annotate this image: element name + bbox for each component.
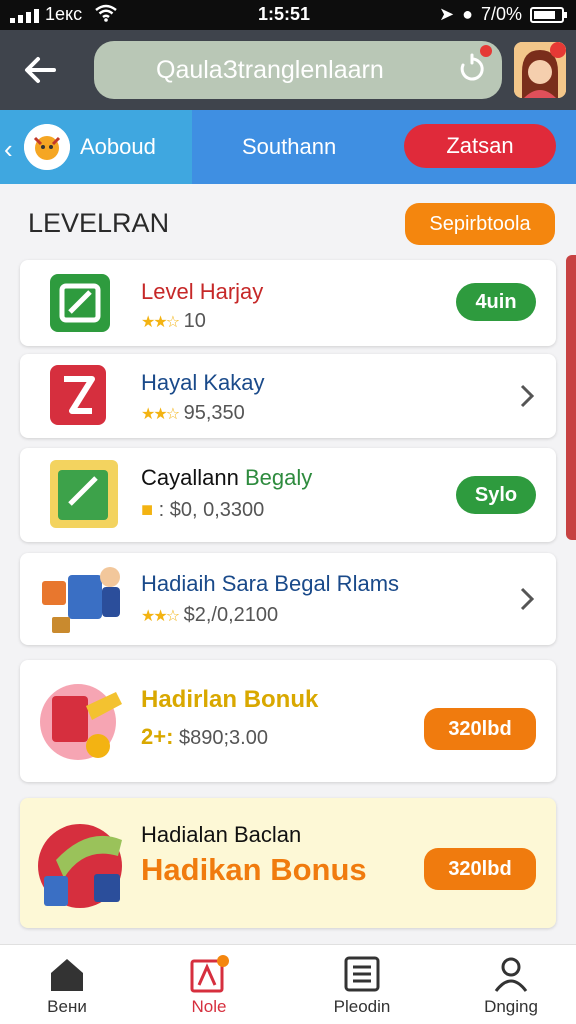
user-avatar[interactable] (514, 42, 566, 98)
list-item[interactable]: Hadialan Baclan Hadikan Bonus 320lbd (20, 798, 556, 928)
list-item[interactable]: Hadirlan Bonuk 2+: $890;3.00 320lbd (20, 660, 556, 782)
chevron-left-icon[interactable]: ‹ (4, 134, 13, 165)
list-icon (344, 956, 380, 992)
refresh-icon[interactable] (456, 53, 488, 85)
claim-button[interactable]: Sylo (456, 476, 536, 514)
rating-stars-icon: ★★☆ (141, 406, 180, 423)
item-title: Hadirlan Bonuk (141, 686, 319, 713)
list-item[interactable]: Cayallann Begaly ■ : $0, 0,3300 Sylo (20, 448, 556, 542)
notes-icon (190, 955, 229, 993)
nav-item-pleodin[interactable]: Pleodin (307, 955, 417, 1017)
rating-stars-icon: ★★☆ (141, 608, 180, 625)
search-bar[interactable]: QaulaЗtranglenlaarn (94, 41, 502, 99)
back-arrow-icon[interactable] (18, 48, 62, 92)
search-text: QaulaЗtranglenlaarn (156, 55, 384, 84)
bonus-button[interactable]: 320lbd (424, 708, 536, 750)
item-title: Hayal Kakay (141, 370, 265, 395)
nav-item-dnging[interactable]: Dnging (456, 955, 566, 1017)
bonus-treasure-icon (38, 824, 122, 908)
bottom-nav: Beни Nole Pleodin Dnging (0, 944, 576, 1024)
app-header: QaulaЗtranglenlaarn (0, 30, 576, 110)
list-item[interactable]: Hayal Kakay ★★☆ 95,350 (20, 354, 556, 438)
item-title: Hadiaih Sara Begal Rlams (141, 571, 400, 596)
nav-item-home[interactable]: Beни (12, 955, 122, 1017)
user-icon (494, 957, 528, 992)
mascot-logo-icon (24, 124, 70, 170)
tab-aoboud[interactable]: ‹ Aoboud (0, 110, 192, 184)
tab-label: Zatsan (446, 133, 514, 158)
coin-icon: ■ (141, 499, 154, 521)
chevron-right-icon[interactable] (518, 585, 536, 613)
battery-icon (530, 6, 567, 23)
nav-label: Nole (191, 997, 227, 1016)
item-subtitle: ■ : $0, 0,3300 (141, 499, 265, 521)
tab-southann[interactable]: Southann (242, 134, 336, 160)
green-tile-icon (50, 274, 110, 332)
nav-item-nole[interactable]: Nole (154, 955, 264, 1017)
notification-dot (480, 45, 492, 57)
section-title: LEVELRAN (28, 208, 170, 238)
item-title: Cayallann Begaly (141, 465, 313, 490)
status-bar: 1eкс 1:5:51 ➤ ● 7/0% (0, 0, 576, 30)
tab-zatsan[interactable]: Zatsan (404, 124, 556, 168)
notebook-icon (50, 460, 118, 528)
tab-label: Aoboud (80, 134, 156, 159)
gifts-character-icon (42, 567, 120, 633)
nav-label: Pleodin (333, 997, 391, 1016)
item-subtitle: ★★☆ $2,/0,2100 (141, 604, 279, 626)
battery-percent: 7/0% (480, 4, 522, 24)
avatar-badge (550, 42, 566, 58)
chevron-right-icon[interactable] (518, 382, 536, 410)
scroll-indicator[interactable] (566, 255, 576, 540)
item-subtitle: ★★☆ 95,350 (141, 402, 245, 424)
item-highlight: Hadikan Bonus (141, 852, 367, 887)
clock: 1:5:51 (258, 4, 311, 24)
section-action-label: Sepirbtoola (429, 212, 531, 235)
category-tabs: ‹ Aoboud Southann Zatsan (0, 110, 576, 184)
item-subtitle: 2+: $890;3.00 (141, 724, 268, 749)
bonus-button[interactable]: 320lbd (424, 848, 536, 890)
nav-label: Dnging (484, 997, 538, 1016)
section-action-button[interactable]: Sepirbtoola (405, 203, 555, 245)
red-tile-icon (50, 365, 106, 425)
wifi-icon (95, 4, 117, 22)
item-subtitle: ★★☆ 10 (141, 310, 206, 332)
play-button[interactable]: 4uin (456, 283, 536, 321)
rating-stars-icon: ★★☆ (141, 314, 180, 331)
item-title: Hadialan Baclan (141, 822, 302, 847)
carrier-label: 1eкс (45, 4, 83, 24)
list-item[interactable]: Hadiaih Sara Begal Rlams ★★☆ $2,/0,2100 (20, 553, 556, 645)
list-item[interactable]: Level Harjay ★★☆ 10 4uin (20, 260, 556, 346)
bonus-gifts-icon (40, 684, 122, 760)
nav-label: Beни (47, 997, 87, 1016)
location-icon: ➤ (439, 4, 455, 24)
signal-icon (10, 9, 39, 23)
alarm-icon: ● (462, 4, 473, 24)
item-title: Level Harjay (141, 279, 264, 304)
home-icon (51, 959, 83, 991)
